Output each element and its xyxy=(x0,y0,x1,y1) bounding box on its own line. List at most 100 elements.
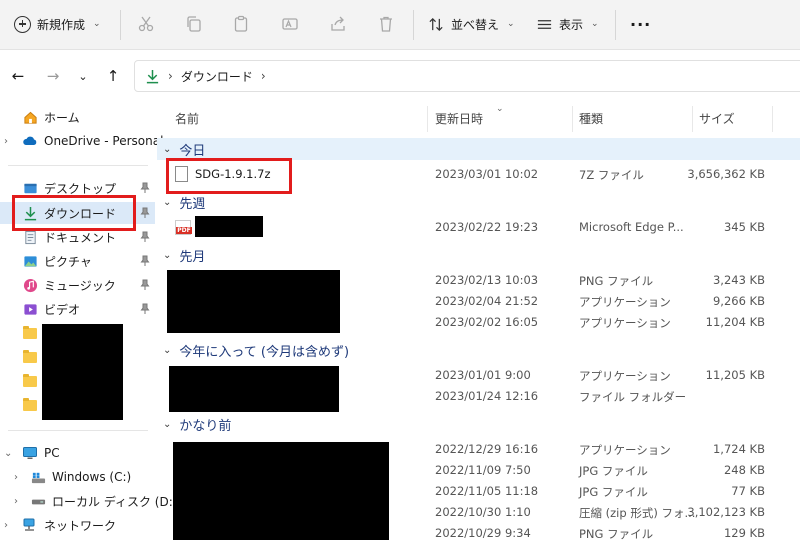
chevron-right-icon[interactable]: › xyxy=(14,496,18,507)
file-size: 129 KB xyxy=(723,526,765,540)
file-type: 7Z ファイル xyxy=(579,168,644,182)
sort-button[interactable]: 並べ替え ⌄ xyxy=(428,12,515,36)
sidebar-item-home[interactable]: ホーム xyxy=(0,106,155,128)
sidebar-item-local-d[interactable]: › ローカル ディスク (D:) xyxy=(0,490,177,512)
group-header-last-week[interactable]: ⌄ 先週 xyxy=(157,191,800,213)
file-date: 2022/12/29 16:16 xyxy=(435,442,539,456)
music-icon xyxy=(22,277,38,293)
group-header-long-ago[interactable]: ⌄ かなり前 xyxy=(157,413,800,435)
column-divider[interactable] xyxy=(772,106,773,132)
command-bar: 新規作成 ⌄ 並べ替え ⌄ 表示 ⌄ ··· xyxy=(0,0,800,50)
chevron-down-icon[interactable]: ⌄ xyxy=(4,448,12,459)
file-size: 11,205 KB xyxy=(705,368,765,382)
file-size: 248 KB xyxy=(723,463,765,477)
folder-icon xyxy=(23,325,37,339)
share-icon xyxy=(331,16,345,31)
file-date: 2023/03/01 10:02 xyxy=(435,167,539,181)
sidebar-item-pictures[interactable]: ピクチャ xyxy=(0,250,155,272)
breadcrumb-downloads[interactable]: ダウンロード xyxy=(181,68,253,85)
group-header-today[interactable]: ⌄ 今日 xyxy=(157,138,800,160)
group-label: 先週 xyxy=(179,196,206,212)
sidebar-item-label: ドキュメント xyxy=(44,230,117,245)
file-date: 2023/01/01 9:00 xyxy=(435,368,531,382)
sidebar-item-pc[interactable]: ⌄ PC xyxy=(0,442,155,464)
file-size: 345 KB xyxy=(723,220,765,234)
pin-icon[interactable] xyxy=(140,279,150,291)
more-options-label: ··· xyxy=(630,14,652,34)
paste-button[interactable] xyxy=(231,14,251,34)
more-options-button[interactable]: ··· xyxy=(630,12,651,36)
picture-icon xyxy=(22,253,38,269)
sort-button-label: 並べ替え xyxy=(451,17,500,32)
column-divider[interactable] xyxy=(572,106,573,132)
address-bar[interactable]: › ダウンロード › xyxy=(134,60,800,92)
delete-button[interactable] xyxy=(376,14,396,34)
arrow-left-icon: ← xyxy=(11,67,25,85)
pin-icon[interactable] xyxy=(140,255,150,267)
column-header-date[interactable]: 更新日時 xyxy=(435,110,483,132)
group-header-this-year[interactable]: ⌄ 今年に入って (今月は含めず) xyxy=(157,339,800,361)
file-type: 圧縮 (zip 形式) フォ... xyxy=(579,506,696,520)
up-button[interactable]: ↑ xyxy=(103,66,123,86)
back-button[interactable]: ← xyxy=(8,66,28,86)
drive-icon xyxy=(30,493,46,509)
chevron-right-icon[interactable]: › xyxy=(4,136,8,147)
file-date: 2023/01/24 12:16 xyxy=(435,389,539,403)
column-header-size[interactable]: サイズ xyxy=(699,110,735,132)
folder-icon xyxy=(23,397,37,411)
computer-icon xyxy=(22,445,38,461)
column-header-type[interactable]: 種類 xyxy=(579,110,603,132)
chevron-right-icon[interactable]: › xyxy=(14,472,18,483)
copy-icon xyxy=(187,16,201,32)
rename-button[interactable] xyxy=(280,14,300,34)
forward-button[interactable]: → xyxy=(43,66,63,86)
copy-button[interactable] xyxy=(184,14,204,34)
file-date: 2023/02/13 10:03 xyxy=(435,273,539,287)
file-type: ファイル フォルダー xyxy=(579,390,687,404)
recent-locations-button[interactable]: ⌄ xyxy=(73,66,93,86)
column-header-name[interactable]: 名前 xyxy=(175,110,199,132)
sidebar-divider xyxy=(8,430,148,431)
chevron-right-icon[interactable]: › xyxy=(4,520,8,531)
sidebar-item-label: デスクトップ xyxy=(44,181,117,196)
sidebar-item-network[interactable]: › ネットワーク xyxy=(0,514,155,536)
file-list: 名前 ⌄ 更新日時 種類 サイズ ⌄ 今日 SDG-1.9.1.7z 2023/… xyxy=(157,102,800,540)
view-button[interactable]: 表示 ⌄ xyxy=(536,12,599,36)
sidebar-item-label: ネットワーク xyxy=(44,518,117,533)
breadcrumb-separator-icon: › xyxy=(260,69,266,83)
sidebar-item-music[interactable]: ミュージック xyxy=(0,274,155,296)
share-button[interactable] xyxy=(328,14,348,34)
video-icon xyxy=(22,301,38,317)
file-type: アプリケーション xyxy=(579,316,671,330)
new-button[interactable]: 新規作成 ⌄ xyxy=(14,12,101,36)
file-date: 2023/02/22 19:23 xyxy=(435,220,539,234)
file-size: 3,102,123 KB xyxy=(687,505,765,519)
pin-icon[interactable] xyxy=(140,182,150,194)
desktop-icon xyxy=(22,180,38,196)
clipboard-icon xyxy=(234,15,248,32)
redacted-block xyxy=(42,324,123,420)
group-header-last-month[interactable]: ⌄ 先月 xyxy=(157,244,800,266)
pin-icon[interactable] xyxy=(140,303,150,315)
chevron-down-icon: ⌄ xyxy=(163,196,172,208)
sidebar-item-windows-c[interactable]: › Windows (C:) xyxy=(0,466,155,488)
file-size: 3,656,362 KB xyxy=(687,167,765,181)
chevron-down-icon: ⌄ xyxy=(163,143,172,155)
sidebar-item-label: OneDrive - Personal xyxy=(44,134,164,148)
sidebar-item-label: Windows (C:) xyxy=(52,470,132,484)
redacted-block xyxy=(173,442,389,540)
network-icon xyxy=(22,517,38,533)
file-type: JPG ファイル xyxy=(579,485,648,499)
view-button-label: 表示 xyxy=(559,17,584,32)
sidebar-item-onedrive[interactable]: › OneDrive - Personal xyxy=(0,130,163,152)
cut-button[interactable] xyxy=(136,14,156,34)
new-button-label: 新規作成 xyxy=(37,17,86,32)
column-divider[interactable] xyxy=(692,106,693,132)
pin-icon[interactable] xyxy=(140,231,150,243)
home-icon xyxy=(22,109,38,125)
sidebar-item-videos[interactable]: ビデオ xyxy=(0,298,155,320)
pin-icon[interactable] xyxy=(140,207,150,219)
sidebar-item-label: ミュージック xyxy=(44,278,116,293)
column-divider[interactable] xyxy=(427,106,428,132)
plus-icon xyxy=(14,15,31,33)
